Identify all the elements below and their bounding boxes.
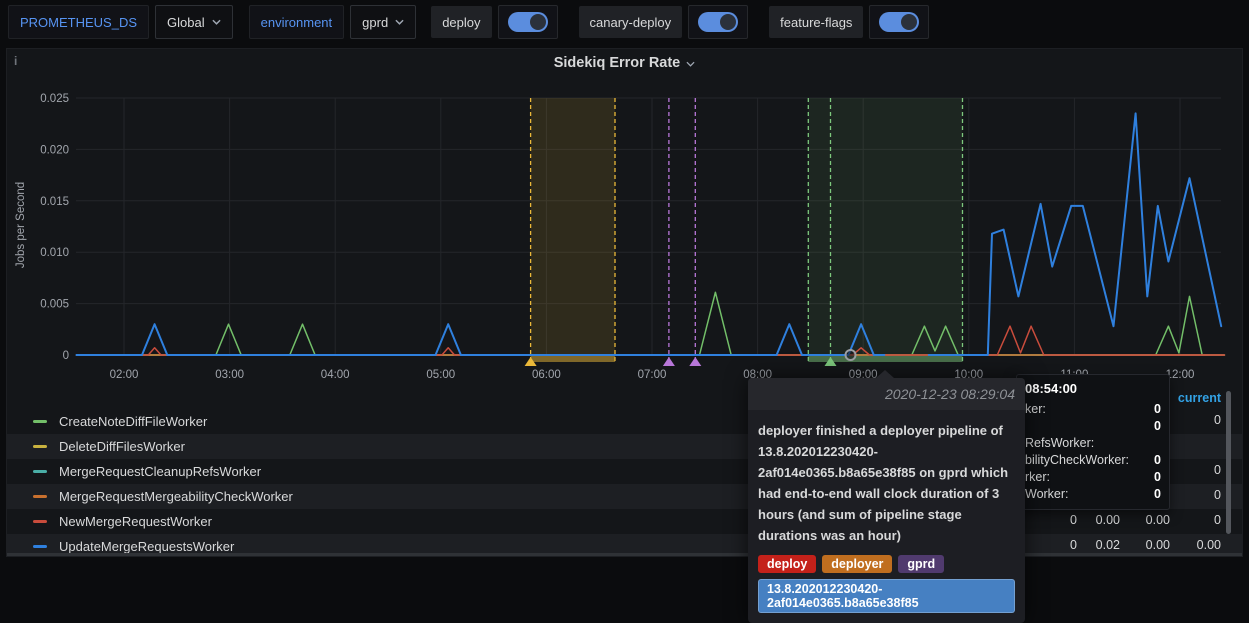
environment-dropdown[interactable]: gprd <box>350 5 416 39</box>
chevron-down-icon <box>686 61 695 67</box>
chevron-down-icon <box>212 19 221 25</box>
hover-series-value: 0 <box>1154 401 1161 418</box>
graph-hover-tooltip: 08:54:00 ker:00RefsWorker:bilityCheckWor… <box>1016 374 1170 510</box>
annotation-tag-gprd: gprd <box>898 555 944 573</box>
hover-series-name: ker: <box>1025 401 1046 418</box>
svg-text:05:00: 05:00 <box>426 369 455 381</box>
toggle-switch-canary-deploy[interactable] <box>688 5 748 39</box>
series-color-dash-icon <box>33 445 47 448</box>
annotation-version-tag: 13.8.202012230420-2af014e0365.b8a65e38f8… <box>758 579 1015 613</box>
hover-tooltip-row: RefsWorker: <box>1025 435 1161 452</box>
annotation-tag-deploy: deploy <box>758 555 816 573</box>
svg-text:07:00: 07:00 <box>638 369 667 381</box>
legend-scrollbar[interactable] <box>1226 391 1231 534</box>
series-color-dash-icon <box>33 495 47 498</box>
svg-text:0.005: 0.005 <box>40 299 69 311</box>
environment-dropdown-value: gprd <box>362 15 388 30</box>
hover-series-name: RefsWorker: <box>1025 435 1094 452</box>
toggle-group: deploy canary-deploy feature-flags <box>431 5 950 39</box>
hover-tooltip-row: ker: 0 <box>1025 401 1161 418</box>
chevron-down-icon <box>395 19 404 25</box>
svg-text:06:00: 06:00 <box>532 369 561 381</box>
annotation-text: deployer finished a deployer pipeline of… <box>748 410 1025 546</box>
hover-tooltip-time: 08:54:00 <box>1025 381 1161 396</box>
series-name[interactable]: DeleteDiffFilesWorker <box>59 439 185 454</box>
hover-series-name: rker: <box>1025 469 1050 486</box>
hover-tooltip-row: bilityCheckWorker: 0 <box>1025 452 1161 469</box>
svg-text:0.010: 0.010 <box>40 247 69 259</box>
hover-series-name: Worker: <box>1025 486 1069 503</box>
svg-text:0.025: 0.025 <box>40 93 69 105</box>
hover-series-name: bilityCheckWorker: <box>1025 452 1129 469</box>
svg-text:0.015: 0.015 <box>40 196 69 208</box>
hover-series-value: 0 <box>1154 469 1161 486</box>
series-color-dash-icon <box>33 420 47 423</box>
y-axis-title: Jobs per Second <box>15 145 27 305</box>
svg-text:0.020: 0.020 <box>40 144 69 156</box>
annotation-timestamp: 2020-12-23 08:29:04 <box>748 378 1025 410</box>
svg-text:03:00: 03:00 <box>215 369 244 381</box>
legend-horizontal-scrollbar[interactable] <box>7 553 1242 556</box>
series-color-dash-icon <box>33 470 47 473</box>
environment-label: environment <box>261 15 333 30</box>
global-dropdown[interactable]: Global <box>155 5 233 39</box>
hover-tooltip-row: 0 <box>1025 418 1161 435</box>
series-name[interactable]: NewMergeRequestWorker <box>59 514 212 529</box>
hover-tooltip-row: rker: 0 <box>1025 469 1161 486</box>
hover-series-value: 0 <box>1154 486 1161 503</box>
svg-text:02:00: 02:00 <box>110 369 139 381</box>
series-color-dash-icon <box>33 545 47 548</box>
legend-row[interactable]: NewMergeRequestWorker00.000.000 <box>7 509 1242 534</box>
series-name[interactable]: CreateNoteDiffFileWorker <box>59 414 207 429</box>
annotation-tooltip: 2020-12-23 08:29:04 deployer finished a … <box>748 378 1025 623</box>
legend-stat-value: 0 <box>1151 513 1221 527</box>
datasource-button[interactable]: PROMETHEUS_DS <box>8 5 149 39</box>
series-name[interactable]: MergeRequestMergeabilityCheckWorker <box>59 489 293 504</box>
toggle-label-deploy: deploy <box>431 6 491 38</box>
time-series-chart[interactable]: 0 0.005 0.010 0.015 0.020 0.025 02:00 03:00 04:0… <box>31 89 1231 383</box>
dashboard-toolbar: PROMETHEUS_DS Global environment gprd de… <box>0 0 1249 44</box>
series-name[interactable]: UpdateMergeRequestsWorker <box>59 539 234 554</box>
annotation-tag-deployer: deployer <box>822 555 892 573</box>
svg-text:0: 0 <box>63 350 69 362</box>
hover-series-value: 0 <box>1154 452 1161 469</box>
datasource-label: PROMETHEUS_DS <box>20 15 137 30</box>
svg-text:04:00: 04:00 <box>321 369 350 381</box>
hover-tooltip-row: Worker: 0 <box>1025 486 1161 503</box>
toggle-switch-feature-flags[interactable] <box>869 5 929 39</box>
hover-series-value: 0 <box>1154 418 1161 435</box>
tooltip-arrow-icon <box>876 370 894 378</box>
toggle-label-canary-deploy: canary-deploy <box>579 6 683 38</box>
legend-stat-value: 0.00 <box>1151 538 1221 552</box>
panel-title[interactable]: Sidekiq Error Rate <box>7 55 1242 71</box>
series-name[interactable]: MergeRequestCleanupRefsWorker <box>59 464 261 479</box>
annotation-tags: deploy deployer gprd <box>758 555 1015 573</box>
global-dropdown-value: Global <box>167 15 205 30</box>
toggle-switch-deploy[interactable] <box>498 5 558 39</box>
toggle-label-feature-flags: feature-flags <box>769 6 863 38</box>
environment-button[interactable]: environment <box>249 5 345 39</box>
series-color-dash-icon <box>33 520 47 523</box>
